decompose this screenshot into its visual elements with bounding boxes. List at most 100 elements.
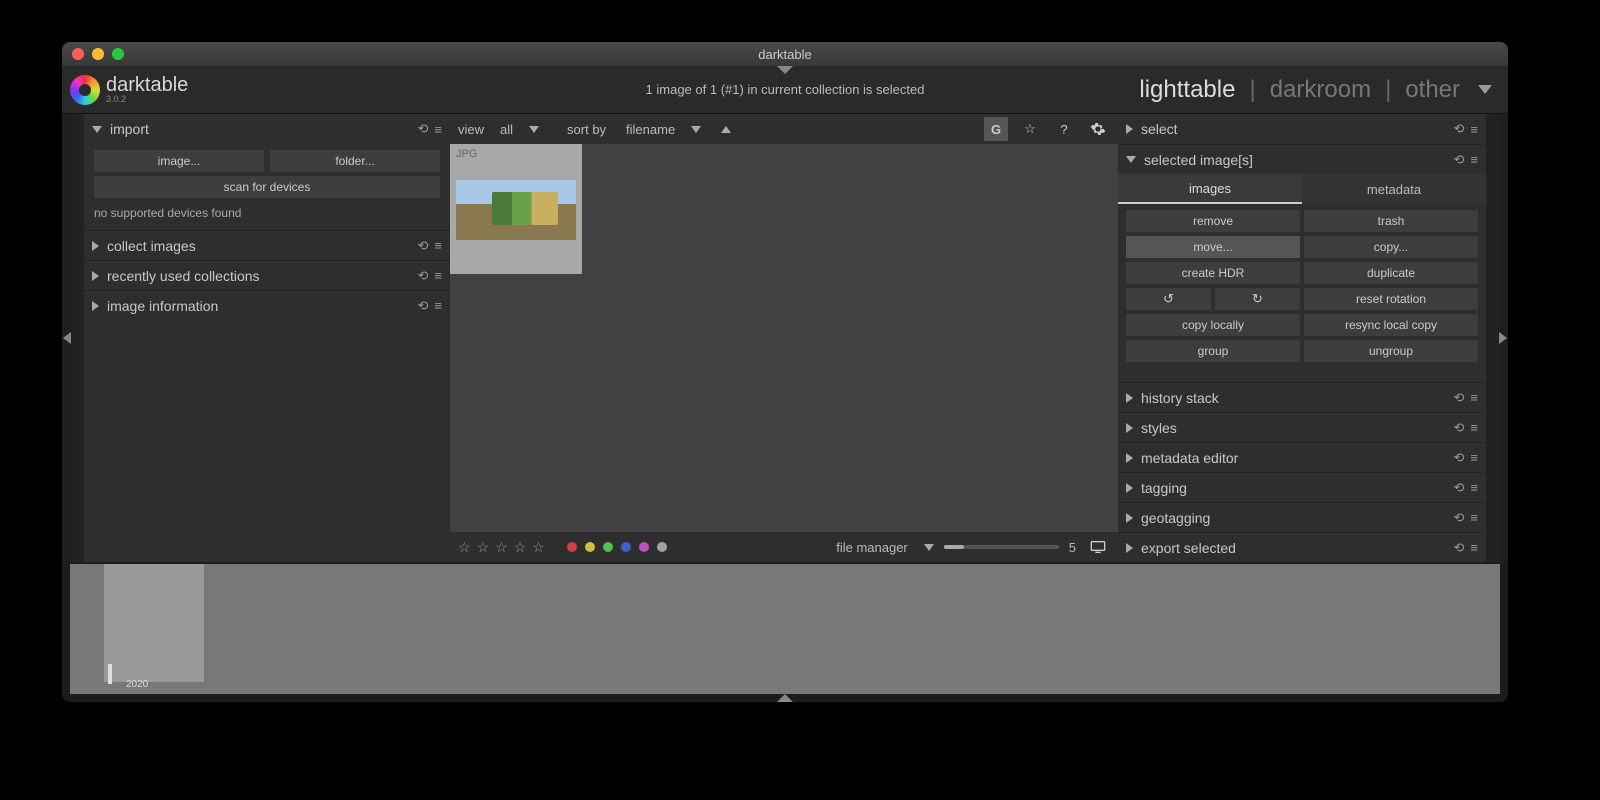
star-4[interactable]: ☆	[514, 539, 527, 556]
layout-dropdown-icon[interactable]	[924, 544, 934, 551]
presets-icon[interactable]: ≡	[1470, 450, 1478, 465]
reset-icon[interactable]: ⟲	[1454, 121, 1465, 137]
section-recent[interactable]: recently used collections ⟲ ≡	[84, 260, 450, 290]
scan-devices-button[interactable]: scan for devices	[94, 176, 440, 198]
presets-icon[interactable]: ≡	[1470, 480, 1478, 495]
collection-info: 1 image of 1 (#1) in current collection …	[646, 82, 925, 97]
zoom-slider[interactable]	[944, 545, 1059, 549]
section-select[interactable]: select ⟲ ≡	[1118, 114, 1486, 144]
duplicate-button[interactable]: duplicate	[1304, 262, 1478, 284]
trash-button[interactable]: trash	[1304, 210, 1478, 232]
thumbnail-grid[interactable]: JPG	[450, 144, 1118, 532]
chevron-right-icon	[1126, 393, 1133, 403]
rotate-ccw-button[interactable]: ↺	[1126, 288, 1211, 310]
reset-icon[interactable]: ⟲	[418, 268, 429, 284]
tab-separator: |	[1249, 76, 1255, 104]
presets-icon[interactable]: ≡	[434, 238, 442, 253]
display-profile-button[interactable]	[1086, 535, 1110, 559]
rotate-cw-button[interactable]: ↻	[1215, 288, 1300, 310]
reset-icon[interactable]: ⟲	[1454, 420, 1465, 436]
presets-icon[interactable]: ≡	[1470, 420, 1478, 435]
section-import[interactable]: import ⟲ ≡	[84, 114, 450, 144]
grouping-button[interactable]: G	[984, 117, 1008, 141]
reset-rotation-button[interactable]: reset rotation	[1304, 288, 1478, 310]
preferences-button[interactable]	[1086, 117, 1110, 141]
copy-button[interactable]: copy...	[1304, 236, 1478, 258]
view-value[interactable]: all	[500, 122, 513, 137]
presets-icon[interactable]: ≡	[434, 298, 442, 313]
no-devices-note: no supported devices found	[94, 202, 440, 220]
left-panel-toggle[interactable]	[62, 114, 72, 562]
section-import-label: import	[110, 121, 412, 137]
reset-icon[interactable]: ⟲	[1454, 480, 1465, 496]
ungroup-button[interactable]: ungroup	[1304, 340, 1478, 362]
create-hdr-button[interactable]: create HDR	[1126, 262, 1300, 284]
close-window-button[interactable]	[72, 48, 84, 60]
section-export[interactable]: export selected ⟲ ≡	[1118, 532, 1486, 562]
section-geotagging[interactable]: geotagging ⟲ ≡	[1118, 502, 1486, 532]
chevron-right-icon	[92, 301, 99, 311]
sort-direction-icon[interactable]	[721, 126, 731, 133]
help-button[interactable]: ?	[1052, 117, 1076, 141]
maximize-window-button[interactable]	[112, 48, 124, 60]
color-label-blue[interactable]	[621, 542, 631, 552]
reset-icon[interactable]: ⟲	[418, 298, 429, 314]
tab-other[interactable]: other	[1405, 76, 1460, 104]
view-dropdown-icon[interactable]	[529, 126, 539, 133]
star-5[interactable]: ☆	[532, 539, 545, 556]
section-metadata-editor[interactable]: metadata editor ⟲ ≡	[1118, 442, 1486, 472]
presets-icon[interactable]: ≡	[1470, 540, 1478, 555]
section-styles[interactable]: styles ⟲ ≡	[1118, 412, 1486, 442]
presets-icon[interactable]: ≡	[434, 122, 442, 137]
presets-icon[interactable]: ≡	[1470, 510, 1478, 525]
reset-icon[interactable]: ⟲	[1454, 450, 1465, 466]
presets-icon[interactable]: ≡	[1470, 390, 1478, 405]
import-image-button[interactable]: image...	[94, 150, 264, 172]
presets-icon[interactable]: ≡	[1470, 122, 1478, 137]
presets-icon[interactable]: ≡	[434, 268, 442, 283]
right-panel-toggle[interactable]	[1498, 114, 1508, 562]
section-selected-images[interactable]: selected image[s] ⟲ ≡	[1118, 144, 1486, 174]
reset-icon[interactable]: ⟲	[1454, 540, 1465, 556]
subtab-images[interactable]: images	[1118, 174, 1302, 204]
star-1[interactable]: ☆	[458, 539, 471, 556]
color-label-purple[interactable]	[639, 542, 649, 552]
copy-locally-button[interactable]: copy locally	[1126, 314, 1300, 336]
sort-value[interactable]: filename	[626, 122, 675, 137]
timeline[interactable]: 2020	[70, 564, 1500, 694]
tab-lighttable[interactable]: lighttable	[1139, 76, 1235, 104]
color-label-yellow[interactable]	[585, 542, 595, 552]
star-3[interactable]: ☆	[495, 539, 508, 556]
section-image-info[interactable]: image information ⟲ ≡	[84, 290, 450, 320]
thumbnail[interactable]: JPG	[450, 144, 582, 274]
section-tagging[interactable]: tagging ⟲ ≡	[1118, 472, 1486, 502]
section-select-label: select	[1141, 121, 1448, 137]
subtab-metadata[interactable]: metadata	[1302, 174, 1486, 204]
reset-icon[interactable]: ⟲	[1454, 152, 1465, 168]
reset-icon[interactable]: ⟲	[418, 238, 429, 254]
minimize-window-button[interactable]	[92, 48, 104, 60]
tab-darkroom[interactable]: darkroom	[1270, 76, 1371, 104]
section-collect[interactable]: collect images ⟲ ≡	[84, 230, 450, 260]
color-label-red[interactable]	[567, 542, 577, 552]
group-button[interactable]: group	[1126, 340, 1300, 362]
reset-icon[interactable]: ⟲	[418, 121, 429, 137]
star-2[interactable]: ☆	[477, 539, 490, 556]
tab-more-dropdown-icon[interactable]	[1478, 85, 1492, 94]
top-panel-toggle[interactable]	[777, 66, 793, 74]
color-label-grey[interactable]	[657, 542, 667, 552]
bottom-panel-toggle[interactable]	[777, 694, 793, 702]
star-overlay-button[interactable]: ☆	[1018, 117, 1042, 141]
move-button[interactable]: move...	[1126, 236, 1300, 258]
reset-icon[interactable]: ⟲	[1454, 510, 1465, 526]
sort-dropdown-icon[interactable]	[691, 126, 701, 133]
resync-local-button[interactable]: resync local copy	[1304, 314, 1478, 336]
presets-icon[interactable]: ≡	[1470, 152, 1478, 167]
color-label-green[interactable]	[603, 542, 613, 552]
layout-mode[interactable]: file manager	[836, 540, 908, 555]
section-history[interactable]: history stack ⟲ ≡	[1118, 382, 1486, 412]
reset-icon[interactable]: ⟲	[1454, 390, 1465, 406]
import-folder-button[interactable]: folder...	[270, 150, 440, 172]
remove-button[interactable]: remove	[1126, 210, 1300, 232]
section-export-label: export selected	[1141, 540, 1448, 556]
